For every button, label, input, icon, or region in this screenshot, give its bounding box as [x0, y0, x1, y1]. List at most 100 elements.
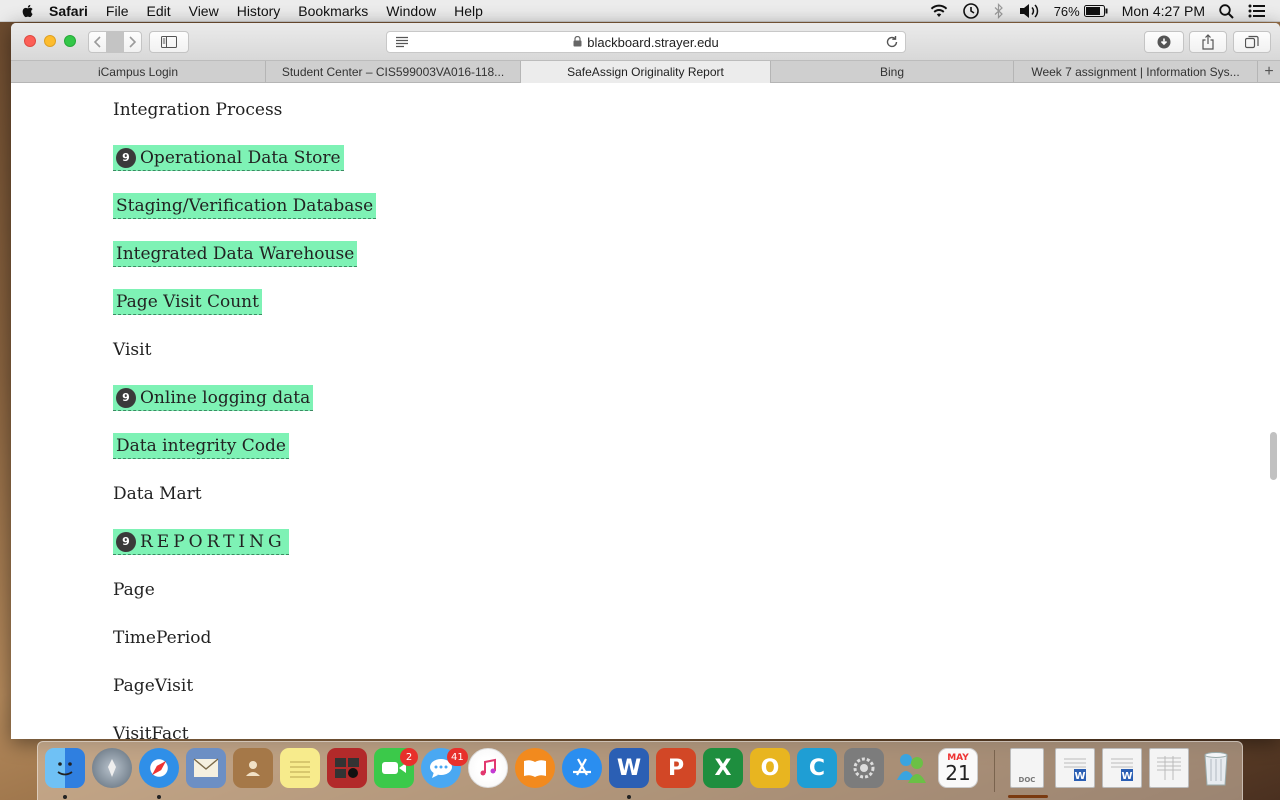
report-line: PageVisit: [113, 673, 193, 699]
share-button[interactable]: [1189, 31, 1227, 53]
running-indicator: [157, 795, 161, 799]
tab-bar: iCampus Login Student Center – CIS599003…: [11, 61, 1280, 83]
report-line: TimePeriod: [113, 625, 211, 651]
source-match-badge[interactable]: 9: [116, 147, 136, 168]
excel-icon[interactable]: X: [703, 748, 743, 788]
safari-icon[interactable]: [139, 748, 179, 788]
tab-student-center[interactable]: Student Center – CIS599003VA016-118...: [266, 61, 521, 83]
menu-view[interactable]: View: [189, 3, 219, 19]
tab-safeassign-report[interactable]: SafeAssign Originality Report: [521, 61, 771, 83]
line-text: Data integrity Code: [116, 435, 286, 456]
svg-text:W: W: [1121, 771, 1132, 782]
tab-week-7-assignment[interactable]: Week 7 assignment | Information Sys...: [1014, 61, 1258, 83]
line-text: Data Mart: [113, 484, 202, 504]
notification-center-icon[interactable]: [1248, 4, 1266, 18]
ibooks-icon[interactable]: [515, 748, 555, 788]
downloads-button[interactable]: [1144, 31, 1184, 53]
word-document-icon[interactable]: W: [1055, 748, 1095, 788]
show-all-tabs-button[interactable]: [1233, 31, 1271, 53]
matched-line[interactable]: 9 Operational Data Store: [113, 145, 344, 171]
clock[interactable]: Mon 4:27 PM: [1122, 3, 1205, 19]
word-document-icon[interactable]: W: [1102, 748, 1142, 788]
sidebar-button[interactable]: [149, 31, 189, 53]
fullscreen-window-button[interactable]: [64, 35, 76, 47]
matched-line[interactable]: 9 Online logging data: [113, 385, 314, 411]
trash-icon[interactable]: [1196, 748, 1236, 788]
forward-button[interactable]: [124, 35, 141, 49]
time-machine-icon[interactable]: [962, 2, 980, 20]
battery-icon[interactable]: [1083, 5, 1108, 17]
line-text: PageVisit: [113, 676, 194, 696]
matched-line[interactable]: Page Visit Count: [113, 289, 262, 315]
sidebar-icon: [161, 36, 177, 48]
line-text: Page Visit Count: [116, 291, 259, 312]
matched-line[interactable]: 9 REPORTING: [113, 529, 289, 555]
finder-icon[interactable]: [45, 748, 85, 788]
menu-file[interactable]: File: [106, 3, 129, 19]
matched-line[interactable]: Data integrity Code: [113, 433, 289, 459]
battery-percent[interactable]: 76%: [1054, 4, 1080, 19]
line-text: Page: [113, 580, 155, 600]
photo-booth-icon[interactable]: [327, 748, 367, 788]
navigation-buttons: [88, 31, 142, 53]
nav-divider: [106, 32, 124, 52]
word-icon[interactable]: W: [609, 748, 649, 788]
line-text: TimePeriod: [113, 628, 212, 648]
minimize-window-button[interactable]: [44, 35, 56, 47]
tab-label: Week 7 assignment | Information Sys...: [1031, 65, 1240, 79]
share-icon: [1202, 34, 1214, 50]
line-text: Staging/Verification Database: [116, 195, 374, 216]
launchpad-icon[interactable]: [92, 748, 132, 788]
reader-view-icon[interactable]: [395, 36, 409, 51]
download-icon: [1157, 35, 1171, 49]
itunes-icon[interactable]: [468, 748, 508, 788]
line-text: Integration Process: [113, 100, 283, 120]
matched-line[interactable]: Staging/Verification Database: [113, 193, 377, 219]
browser-window: blackboard.strayer.edu iCampus Login Stu…: [11, 23, 1280, 739]
menu-history[interactable]: History: [237, 3, 281, 19]
tab-bing[interactable]: Bing: [771, 61, 1014, 83]
address-bar[interactable]: blackboard.strayer.edu: [386, 31, 906, 53]
svg-text:W: W: [1074, 771, 1085, 782]
menu-help[interactable]: Help: [454, 3, 483, 19]
dock-separator: [994, 750, 995, 792]
document-icon[interactable]: DOC: [1010, 748, 1044, 788]
notes-icon[interactable]: [280, 748, 320, 788]
c-app-icon[interactable]: C: [797, 748, 837, 788]
outlook-icon[interactable]: O: [750, 748, 790, 788]
tabs-overview-icon: [1245, 35, 1259, 49]
source-match-badge[interactable]: 9: [116, 387, 136, 408]
scrollbar-thumb[interactable]: [1270, 432, 1277, 480]
back-button[interactable]: [89, 35, 106, 49]
apple-menu-icon[interactable]: [20, 3, 36, 19]
menu-bookmarks[interactable]: Bookmarks: [298, 3, 368, 19]
contacts-icon[interactable]: [233, 748, 273, 788]
volume-icon[interactable]: [1018, 3, 1040, 19]
bluetooth-icon[interactable]: [994, 3, 1004, 19]
report-line: Data Mart: [113, 481, 202, 507]
menu-edit[interactable]: Edit: [146, 3, 170, 19]
messenger-icon[interactable]: [891, 748, 931, 788]
calendar-icon[interactable]: MAY 21: [938, 748, 978, 788]
menu-app-name[interactable]: Safari: [49, 3, 88, 19]
dock: 2 41 W P X O C MAY 21 DOC W W: [37, 741, 1243, 800]
line-text: Integrated Data Warehouse: [116, 243, 355, 264]
running-indicator: [627, 795, 631, 799]
spotlight-icon[interactable]: [1219, 3, 1234, 19]
download-progress-indicator: [1008, 795, 1048, 798]
page-scrollbar[interactable]: [1269, 84, 1278, 739]
reload-icon[interactable]: [885, 35, 899, 52]
app-store-icon[interactable]: [562, 748, 602, 788]
matched-line[interactable]: Integrated Data Warehouse: [113, 241, 358, 267]
new-tab-button[interactable]: +: [1258, 61, 1280, 82]
system-preferences-icon[interactable]: [844, 748, 884, 788]
close-window-button[interactable]: [24, 35, 36, 47]
spreadsheet-document-icon[interactable]: [1149, 748, 1189, 788]
wifi-icon[interactable]: [930, 4, 948, 18]
menu-window[interactable]: Window: [386, 3, 436, 19]
powerpoint-icon[interactable]: P: [656, 748, 696, 788]
mail-icon[interactable]: [186, 748, 226, 788]
tab-icampus-login[interactable]: iCampus Login: [11, 61, 266, 83]
source-match-badge[interactable]: 9: [116, 531, 136, 552]
tab-label: Bing: [879, 65, 905, 79]
